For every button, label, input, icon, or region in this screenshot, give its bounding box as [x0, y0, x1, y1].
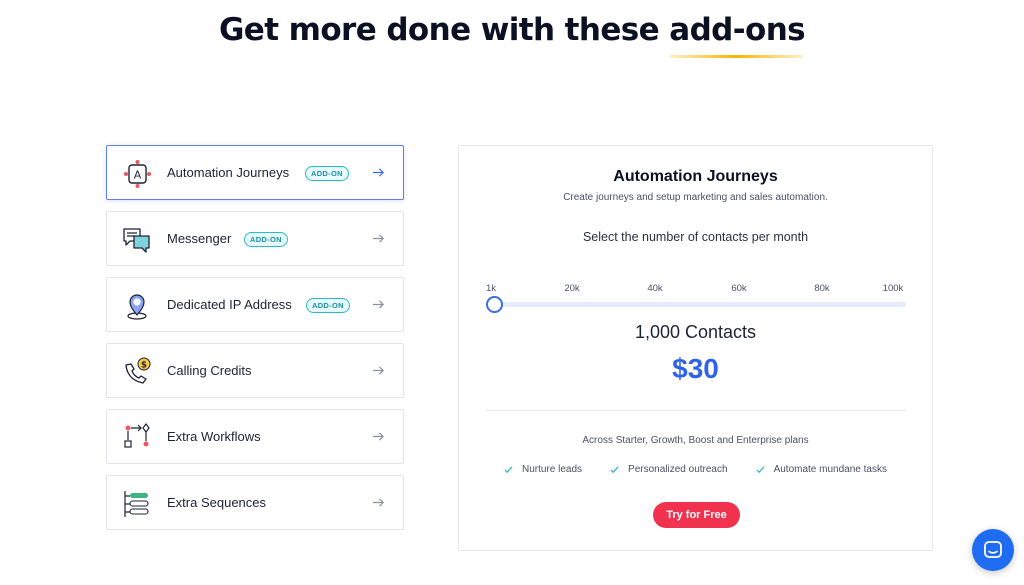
addon-list: A Automation Journeys ADD-ON Messenger A… [106, 145, 404, 541]
addon-item-extra-workflows[interactable]: Extra Workflows [106, 409, 404, 464]
panel-description: Create journeys and setup marketing and … [563, 192, 828, 203]
price-value: $30 [672, 353, 719, 384]
page-title: Get more done with these add-ons [0, 12, 1024, 58]
addon-label: Extra Workflows [167, 429, 261, 444]
arrow-right-icon [372, 234, 384, 243]
arrow-right-icon [372, 366, 384, 375]
contacts-slider-track[interactable] [490, 302, 906, 307]
ip-location-icon [127, 294, 147, 320]
slider-tick: 80k [814, 283, 830, 294]
divider [486, 410, 906, 411]
automation-icon: A [124, 160, 151, 188]
arrow-right-icon [372, 168, 384, 177]
slider-ticks: 1k 20k 40k 60k 80k 100k [486, 283, 906, 295]
svg-text:A: A [134, 169, 142, 182]
check-icon [610, 466, 619, 474]
check-icon [504, 466, 513, 474]
addon-label: Extra Sequences [167, 495, 267, 510]
slider-tick: 100k [882, 283, 904, 294]
feature-label: Automate mundane tasks [773, 464, 887, 475]
addon-item-automation-journeys[interactable]: A Automation Journeys ADD-ON [106, 145, 404, 200]
addon-label: Messenger [167, 231, 232, 246]
svg-text:$: $ [141, 360, 147, 370]
page-title-prefix: Get more done with these [218, 12, 660, 48]
arrow-right-icon [372, 432, 384, 441]
addon-item-calling-credits[interactable]: $ Calling Credits [106, 343, 404, 398]
contacts-value: 1,000 Contacts [634, 322, 757, 342]
feature-list: Nurture leads Personalized outreach Auto… [459, 464, 932, 475]
addon-item-extra-sequences[interactable]: Extra Sequences [106, 475, 404, 530]
chat-icon [984, 541, 1002, 558]
contacts-prompt: Select the number of contacts per month [582, 230, 809, 244]
feature-label: Nurture leads [522, 464, 583, 475]
page-title-highlight: add-ons [669, 12, 806, 58]
slider-tick: 20k [564, 283, 580, 294]
feature-item: Automate mundane tasks [756, 464, 887, 475]
addon-item-dedicated-ip[interactable]: Dedicated IP Address ADD-ON [106, 277, 404, 332]
phone-dollar-icon: $ [125, 357, 151, 384]
addon-badge: ADD-ON [305, 166, 349, 181]
slider-tick: 1k [485, 283, 497, 294]
addon-detail-panel: Automation Journeys Create journeys and … [458, 145, 933, 551]
addon-label: Dedicated IP Address [167, 297, 292, 312]
arrow-right-icon [372, 300, 384, 309]
sequence-icon [124, 491, 149, 517]
feature-item: Nurture leads [504, 464, 582, 475]
addon-badge: ADD-ON [306, 298, 350, 313]
arrow-right-icon [372, 498, 384, 507]
plans-note: Across Starter, Growth, Boost and Enterp… [582, 435, 809, 446]
try-for-free-button[interactable]: Try for Free [653, 502, 740, 528]
addon-item-messenger[interactable]: Messenger ADD-ON [106, 211, 404, 266]
workflow-icon [124, 423, 150, 448]
feature-label: Personalized outreach [628, 464, 728, 475]
check-icon [756, 466, 765, 474]
contacts-slider-thumb[interactable] [486, 296, 503, 313]
addon-label: Automation Journeys [167, 165, 290, 180]
slider-tick: 60k [731, 283, 747, 294]
panel-title: Automation Journeys [613, 168, 778, 185]
feature-item: Personalized outreach [610, 464, 728, 475]
addon-badge: ADD-ON [244, 232, 288, 247]
slider-tick: 40k [647, 283, 663, 294]
chat-launcher-button[interactable] [972, 529, 1014, 571]
messenger-icon [123, 228, 150, 253]
addon-label: Calling Credits [167, 363, 252, 378]
